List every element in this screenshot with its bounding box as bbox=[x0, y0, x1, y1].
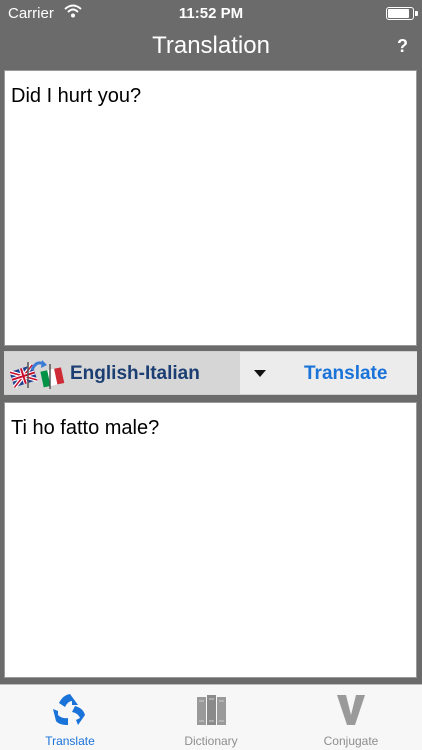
tab-translate[interactable]: Translate bbox=[0, 685, 140, 750]
language-pair-selector[interactable]: English-Italian bbox=[4, 352, 240, 394]
tab-dictionary-label: Dictionary bbox=[184, 734, 238, 748]
language-pair-label: English-Italian bbox=[70, 363, 200, 384]
letter-v-icon bbox=[337, 695, 365, 725]
tab-conjugate-label: Conjugate bbox=[323, 734, 379, 748]
recycle-arrows-icon bbox=[53, 694, 85, 725]
translation-toolbar: English-Italian Translate bbox=[4, 351, 417, 395]
tab-conjugate[interactable]: Conjugate bbox=[281, 685, 421, 750]
battery-icon bbox=[386, 7, 418, 20]
dropdown-arrow-icon[interactable] bbox=[254, 370, 266, 377]
tab-translate-label: Translate bbox=[45, 734, 95, 748]
tab-bar: Translate Dictionary Conjugate bbox=[0, 684, 422, 750]
translation-output[interactable]: Ti ho fatto male? bbox=[4, 402, 417, 678]
translate-button[interactable]: Translate bbox=[304, 363, 387, 385]
books-icon bbox=[197, 695, 226, 725]
status-bar: Carrier 11:52 PM bbox=[0, 0, 422, 28]
nav-bar: Translation ? bbox=[0, 28, 422, 68]
battery-level bbox=[388, 9, 409, 18]
source-text-input[interactable]: Did I hurt you? bbox=[4, 70, 417, 346]
page-title: Translation bbox=[152, 32, 270, 59]
tab-dictionary[interactable]: Dictionary bbox=[141, 685, 281, 750]
status-time: 11:52 PM bbox=[178, 5, 244, 22]
flags-icon bbox=[10, 360, 65, 389]
help-button[interactable]: ? bbox=[397, 36, 408, 57]
